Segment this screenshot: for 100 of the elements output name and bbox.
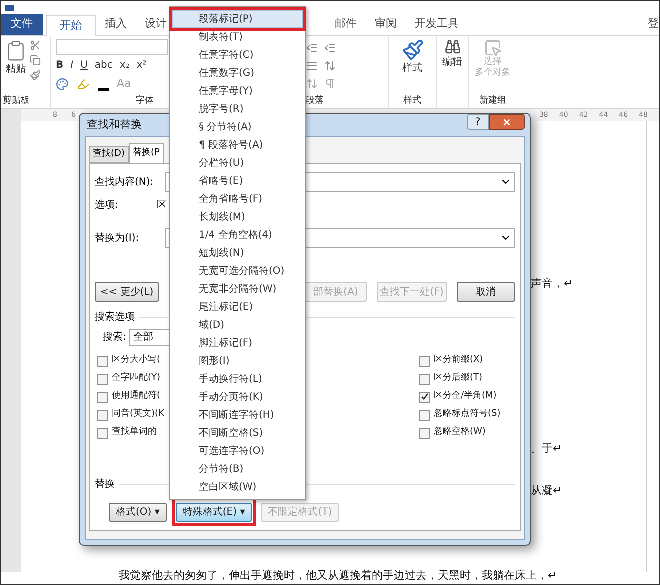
menu-item[interactable]: ¶ 段落符号(A)	[172, 136, 303, 154]
format-menu-button[interactable]: 特殊格式(E) ▾	[176, 503, 252, 522]
menu-item[interactable]: 不间断空格(S)	[172, 424, 303, 442]
menu-item[interactable]: 任意字符(C)	[172, 46, 303, 64]
menu-item[interactable]: 图形(I)	[172, 352, 303, 370]
menu-item[interactable]: 空白区域(W)	[172, 478, 303, 496]
checkbox[interactable]	[97, 428, 108, 438]
ribbon-tab[interactable]: 开始	[46, 15, 96, 36]
menu-item[interactable]: 可选连字符(O)	[172, 442, 303, 460]
styles-button-label[interactable]: 样式	[402, 61, 422, 76]
cut-icon[interactable]	[30, 40, 41, 51]
group-label: 样式	[404, 95, 422, 108]
menu-item[interactable]: 不间断连字符(H)	[172, 406, 303, 424]
menu-item[interactable]: 省略号(E)	[172, 172, 303, 190]
document-text: 我觉察他去的匆匆了，伸出手遮挽时，他又从遮挽着的手边过去，天黑时，我躺在床上，↵	[119, 568, 558, 584]
format-menu-button[interactable]: 格式(O) ▾	[109, 503, 167, 522]
paste-icon[interactable]	[5, 40, 27, 62]
menu-item[interactable]: 短划线(N)	[172, 244, 303, 262]
menu-item[interactable]: 分栏符(U)	[172, 154, 303, 172]
menu-item[interactable]: 脱字号(R)	[172, 100, 303, 118]
section-label: 搜索选项	[95, 310, 135, 325]
menu-item[interactable]: 手动分页符(K)	[172, 388, 303, 406]
checkbox[interactable]	[419, 410, 430, 420]
document-text: 从凝↵	[531, 483, 562, 499]
font-name-field[interactable]	[56, 39, 168, 55]
checkbox-label: 同音(英文)(K	[112, 408, 164, 422]
styles-icon[interactable]	[402, 39, 424, 61]
menu-item[interactable]: 分节符(B)	[172, 460, 303, 478]
menu-item[interactable]: 1/4 全角空格(4)	[172, 226, 303, 244]
format-button[interactable]: x₂	[120, 58, 130, 73]
menu-item[interactable]: 全角省略号(F)	[172, 190, 303, 208]
document-text: 。于↵	[531, 440, 562, 456]
copy-icon[interactable]	[30, 55, 41, 66]
section-label: 替换	[95, 478, 115, 492]
checkbox-label: 区分全/半角(M)	[434, 390, 497, 404]
indent-icon[interactable]	[306, 42, 318, 54]
ribbon-tab[interactable]: 文件	[1, 14, 43, 35]
align-icon[interactable]	[306, 60, 318, 72]
check-icon	[420, 393, 428, 401]
line-spacing-icon[interactable]	[324, 60, 336, 72]
menu-item[interactable]: 手动换行符(L)	[172, 370, 303, 388]
menu-item[interactable]: 任意字母(Y)	[172, 82, 303, 100]
format-button[interactable]: U	[80, 58, 88, 73]
indent-icon[interactable]	[324, 42, 336, 54]
menu-item[interactable]: 段落标记(P)	[172, 10, 303, 28]
checkbox[interactable]	[97, 356, 108, 366]
format-button[interactable]: B	[56, 58, 64, 73]
ribbon-tab[interactable]: 插入	[96, 14, 136, 35]
ribbon-tab[interactable]: 审阅	[366, 14, 406, 35]
checkbox-label: 忽略标点符号(S)	[434, 408, 501, 422]
paste-label[interactable]: 粘贴	[6, 62, 26, 77]
checkbox-label: 忽略空格(W)	[434, 426, 486, 440]
editing-button-label[interactable]: 编辑	[442, 55, 462, 70]
highlighter-icon[interactable]	[77, 78, 90, 91]
ribbon-tab[interactable]: 开发工具	[406, 14, 468, 35]
checkbox[interactable]	[97, 392, 108, 402]
format-button[interactable]: x²	[136, 58, 147, 73]
field-label: 替换为(I):	[95, 232, 140, 246]
format-button[interactable]: I	[70, 58, 74, 73]
sign-in-link[interactable]: 登	[648, 14, 659, 35]
checkbox-label: 使用通配符(	[112, 390, 161, 404]
checkbox[interactable]	[97, 374, 108, 384]
field-label: 搜索:	[103, 330, 126, 345]
group-label: 段落	[306, 95, 325, 108]
field-label: 选项:	[95, 198, 120, 212]
checkbox-label: 区分后缀(T)	[434, 372, 483, 386]
checkbox[interactable]	[419, 392, 430, 402]
field-label: 查找内容(N):	[95, 176, 155, 190]
ribbon-tab[interactable]: 邮件	[326, 14, 366, 35]
dialog-button[interactable]: 取消	[457, 282, 515, 302]
help-button[interactable]: ?	[467, 114, 489, 130]
checkbox[interactable]	[419, 356, 430, 366]
menu-item[interactable]: 无宽可选分隔符(O)	[172, 262, 303, 280]
sort-icon[interactable]	[306, 78, 318, 90]
checkbox[interactable]	[97, 410, 108, 420]
select-objects-icon[interactable]	[484, 39, 502, 57]
group-label: 新建组	[480, 95, 506, 108]
group-label: 剪贴板	[2, 95, 31, 108]
format-button[interactable]: abc	[94, 58, 113, 73]
menu-item[interactable]: 任意数字(G)	[172, 64, 303, 82]
dialog-button[interactable]: << 更少(L)	[95, 282, 159, 302]
dialog-title: 查找和替换	[86, 116, 142, 133]
menu-item[interactable]: 尾注标记(E)	[172, 298, 303, 316]
find-icon[interactable]	[444, 39, 460, 55]
checkbox[interactable]	[419, 428, 430, 438]
menu-item[interactable]: 无宽非分隔符(W)	[172, 280, 303, 298]
document-text: 声音，↵	[531, 276, 574, 292]
pilcrow-icon[interactable]	[324, 78, 336, 90]
menu-item[interactable]: 长划线(M)	[172, 208, 303, 226]
checkbox[interactable]	[419, 374, 430, 384]
close-button[interactable]: ×	[489, 114, 525, 130]
checkbox-label: 区分前缀(X)	[434, 354, 484, 368]
dialog-tab[interactable]: 查找(D)	[89, 146, 129, 163]
format-painter-icon[interactable]	[30, 70, 41, 81]
checkbox-label: 全字匹配(Y)	[112, 372, 161, 386]
options-value: 区	[157, 198, 167, 212]
menu-item[interactable]: § 分节符(A)	[172, 118, 303, 136]
checkbox-label: 区分大小写(	[112, 354, 161, 368]
dialog-tab[interactable]: 替换(P	[128, 143, 164, 163]
checkbox-label: 查找单词的	[112, 426, 157, 440]
